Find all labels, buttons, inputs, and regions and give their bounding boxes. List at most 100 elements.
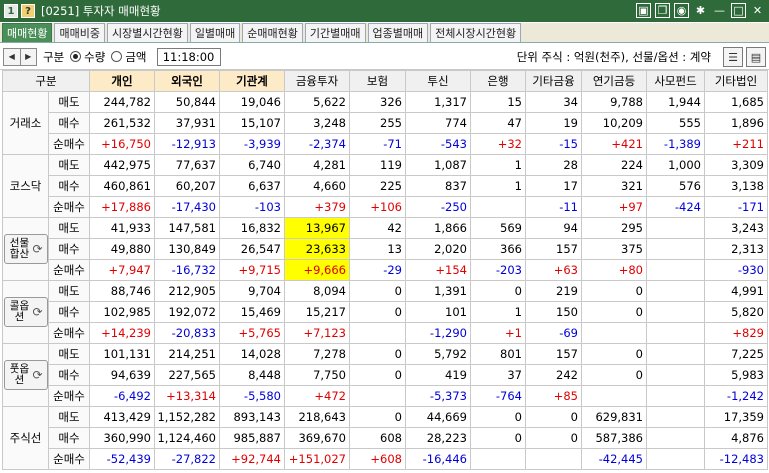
prev-next-buttons[interactable]: ◀ ▶ (3, 47, 37, 66)
table-cell: 49,880 (89, 238, 155, 260)
table-cell: 629,831 (581, 406, 647, 428)
help-icon[interactable]: ? (21, 4, 35, 18)
table-row: 주식선 매도 413,429 1,152,282 893,143 218,643 0 44,6… (2, 406, 768, 470)
table-cell: 1 (470, 175, 526, 197)
maximize-icon[interactable]: □ (731, 3, 746, 18)
table-cell: 242 (525, 364, 582, 386)
table-cell: -15 (525, 133, 582, 155)
table-cell: +85 (525, 385, 582, 407)
group-toggle-button[interactable]: 콜옵션 ⟳ (3, 297, 48, 327)
table-view-icon[interactable]: ☰ (723, 47, 743, 67)
table-row: 순매수 -52,439 -27,822 +92,744 +151,027 +608 -16,… (3, 448, 768, 470)
table-cell: 94,639 (89, 364, 155, 386)
group-toggle-button[interactable]: 풋옵션 ⟳ (3, 360, 48, 390)
table-cell: +97 (581, 196, 647, 218)
time-input[interactable]: 11:18:00 (156, 47, 221, 66)
group-toggle-button[interactable]: 선물합산 ⟳ (3, 234, 48, 264)
row-label: 매도 (48, 154, 90, 176)
settings-icon[interactable]: ✱ (693, 3, 708, 18)
column-header[interactable]: 금융투자 (284, 70, 350, 92)
tab-2[interactable]: 시장별시간현황 (106, 23, 188, 42)
tab-0[interactable]: 매매현황 (2, 23, 53, 42)
camera-icon[interactable]: ◉ (674, 3, 689, 18)
table-cell: -12,483 (704, 448, 768, 470)
tab-4[interactable]: 순매매현황 (242, 23, 303, 42)
column-header[interactable]: 투신 (405, 70, 471, 92)
close-icon[interactable]: ✕ (750, 3, 765, 18)
group-toggle-label: 콜옵션 (9, 300, 30, 323)
table-cell: 4,876 (704, 427, 768, 449)
table-row: 매수 49,880 130,849 26,547 23,633 13 2,020 366 157… (3, 238, 768, 260)
minimize-icon[interactable]: — (712, 3, 727, 18)
table-cell: 0 (349, 406, 406, 428)
table-cell: 1 (470, 154, 526, 176)
tab-3[interactable]: 일별매매 (189, 23, 241, 42)
refresh-icon: ⟳ (32, 304, 43, 319)
table-cell: 10,209 (581, 112, 647, 134)
list-view-icon[interactable]: ▤ (746, 47, 766, 67)
radio-amount[interactable]: 금액 (111, 49, 147, 65)
table-cell: 227,565 (154, 364, 220, 386)
table-cell: 102,985 (89, 301, 155, 323)
table-cell: 326 (349, 91, 406, 113)
table-cell: 985,887 (219, 427, 285, 449)
table-cell: 192,072 (154, 301, 220, 323)
table-cell: 0 (470, 280, 526, 302)
tab-5[interactable]: 기간별매매 (304, 23, 366, 42)
tab-1[interactable]: 매매비중 (54, 23, 105, 42)
table-cell: 218,643 (284, 406, 350, 428)
table-cell: -3,939 (219, 133, 285, 155)
control-bar: ◀ ▶ 구분 수량 금액 11:18:00 단위 주식 : 억원(천주), 선물… (0, 44, 769, 70)
table-cell: 369,670 (284, 427, 350, 449)
tab-bar: 매매현황 매매비중 시장별시간현황 일별매매 순매매현황 기간별매매 업종별매매 전체시장시간… (0, 23, 769, 43)
table-cell: 419 (405, 364, 471, 386)
column-header[interactable]: 개인 (89, 70, 155, 92)
column-header[interactable]: 연기금등 (581, 70, 647, 92)
table-cell: 77,637 (154, 154, 220, 176)
unit-text: 단위 주식 : 억원(천주), 선물/옵션 : 계약 (516, 50, 711, 64)
row-label: 순매수 (48, 385, 90, 407)
radio-quantity[interactable]: 수량 (70, 49, 105, 65)
table-cell: 2,313 (704, 238, 768, 260)
column-header[interactable]: 은행 (470, 70, 526, 92)
table-cell: 26,547 (219, 238, 285, 260)
column-header[interactable]: 사모펀드 (646, 70, 705, 92)
table-cell: -29 (349, 259, 406, 281)
table-cell: 1,000 (646, 154, 705, 176)
table-cell: 60,207 (154, 175, 220, 197)
prev-arrow-icon[interactable]: ◀ (4, 48, 21, 65)
table-cell (646, 385, 705, 407)
column-header[interactable]: 기타법인 (704, 70, 768, 92)
column-header[interactable]: 외국인 (154, 70, 220, 92)
table-cell: +1 (470, 322, 526, 344)
table-cell: 3,138 (704, 175, 768, 197)
table-cell: 13 (349, 238, 406, 260)
column-header[interactable]: 기관계 (219, 70, 285, 92)
table-cell: 0 (349, 364, 406, 386)
column-header[interactable]: 구분 (2, 70, 90, 92)
tab-7[interactable]: 전체시장시간현황 (430, 23, 522, 42)
table-row: 코스닥 매도 442,975 77,637 6,740 4,281 119 1,087 1 28 2… (2, 154, 768, 218)
group-label[interactable]: 콜옵션 ⟳ (2, 280, 49, 344)
table-cell: 44,669 (405, 406, 471, 428)
group-label[interactable]: 선물합산 ⟳ (2, 217, 49, 281)
table-cell: 225 (349, 175, 406, 197)
copy-icon[interactable]: ❐ (655, 3, 670, 18)
table-cell: 1,685 (704, 91, 768, 113)
table-cell: 295 (581, 217, 647, 239)
group-label[interactable]: 풋옵션 ⟳ (2, 343, 49, 407)
table-cell: 94 (525, 217, 582, 239)
tab-6[interactable]: 업종별매매 (367, 23, 429, 42)
column-header[interactable]: 보험 (349, 70, 406, 92)
row-label: 매수 (48, 364, 90, 386)
next-arrow-icon[interactable]: ▶ (21, 49, 37, 65)
table-cell: -5,580 (219, 385, 285, 407)
table-cell: +151,027 (284, 448, 350, 470)
table-cell: 19 (525, 112, 582, 134)
link-icon[interactable]: ▣ (636, 3, 651, 18)
table-cell: 4,660 (284, 175, 350, 197)
row-label: 순매수 (48, 259, 90, 281)
column-header[interactable]: 기타금융 (525, 70, 582, 92)
table-cell: 7,278 (284, 343, 350, 365)
window-menu-icon[interactable]: 1 (4, 4, 18, 18)
